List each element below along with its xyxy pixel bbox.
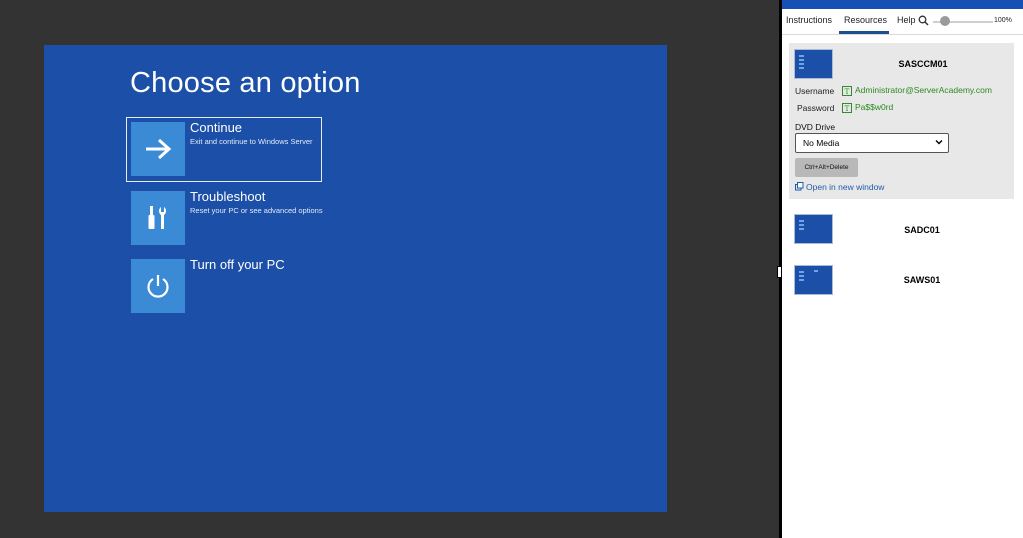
ctrl-alt-delete-button[interactable]: Ctrl+Alt+Delete [795, 158, 858, 177]
open-link-label: Open in new window [806, 182, 885, 192]
dvd-drive-select[interactable]: No Media [795, 133, 949, 153]
dvd-selected-value: No Media [803, 138, 840, 148]
tab-resources[interactable]: Resources [844, 15, 887, 25]
panel-top-bar [782, 0, 1023, 9]
option-description: Reset your PC or see advanced options [190, 206, 323, 215]
username-value[interactable]: Administrator@ServerAcademy.com [855, 85, 992, 95]
tools-icon [148, 206, 166, 229]
tab-instructions[interactable]: Instructions [786, 15, 832, 25]
turn-off-tile[interactable] [131, 259, 185, 313]
option-title: Continue [190, 120, 243, 135]
machine-thumbnail[interactable] [794, 214, 833, 244]
option-description: Exit and continue to Windows Server [190, 137, 313, 146]
open-in-new-window-link[interactable]: Open in new window [795, 182, 884, 192]
option-continue[interactable]: Continue Exit and continue to Windows Se… [126, 117, 322, 182]
arrow-right-icon [146, 138, 172, 160]
zoom-value: 100% [994, 17, 1012, 24]
troubleshoot-tile[interactable] [131, 191, 185, 245]
option-troubleshoot[interactable]: Troubleshoot Reset your PC or see advanc… [126, 186, 323, 251]
type-text-icon[interactable]: T [842, 103, 852, 113]
password-value[interactable]: Pa$$w0rd [855, 102, 893, 112]
tab-help[interactable]: Help [897, 15, 916, 25]
vm-console-screen[interactable]: Choose an option Continue Exit and conti… [44, 45, 667, 512]
power-icon [147, 275, 169, 298]
continue-tile[interactable] [131, 122, 185, 176]
machine-name[interactable]: SASCCM01 [863, 59, 983, 69]
machine-name-saws01[interactable]: SAWS01 [862, 275, 982, 285]
chevron-down-icon [935, 140, 943, 145]
active-tab-indicator [839, 31, 889, 34]
zoom-slider-thumb[interactable] [940, 16, 950, 26]
machine-card-sasccm01: SASCCM01 Username T Administrator@Server… [789, 43, 1014, 199]
machine-thumbnail[interactable] [794, 49, 833, 79]
type-text-icon[interactable]: T [842, 86, 852, 96]
page-title: Choose an option [130, 67, 361, 99]
tab-bar: Instructions Resources Help 100% [782, 9, 1023, 35]
magnifier-icon [918, 15, 929, 26]
machine-name-sadc01[interactable]: SADC01 [862, 225, 982, 235]
option-title: Troubleshoot [190, 189, 266, 204]
option-title: Turn off your PC [190, 257, 285, 272]
machine-thumbnail[interactable] [794, 265, 833, 295]
username-label: Username [795, 86, 835, 96]
new-window-icon [795, 182, 804, 191]
dvd-drive-label: DVD Drive [795, 122, 836, 132]
resources-panel: Instructions Resources Help 100% SASCCM0… [782, 0, 1023, 538]
option-turn-off[interactable]: Turn off your PC [126, 254, 322, 319]
password-label: Password [797, 103, 835, 113]
